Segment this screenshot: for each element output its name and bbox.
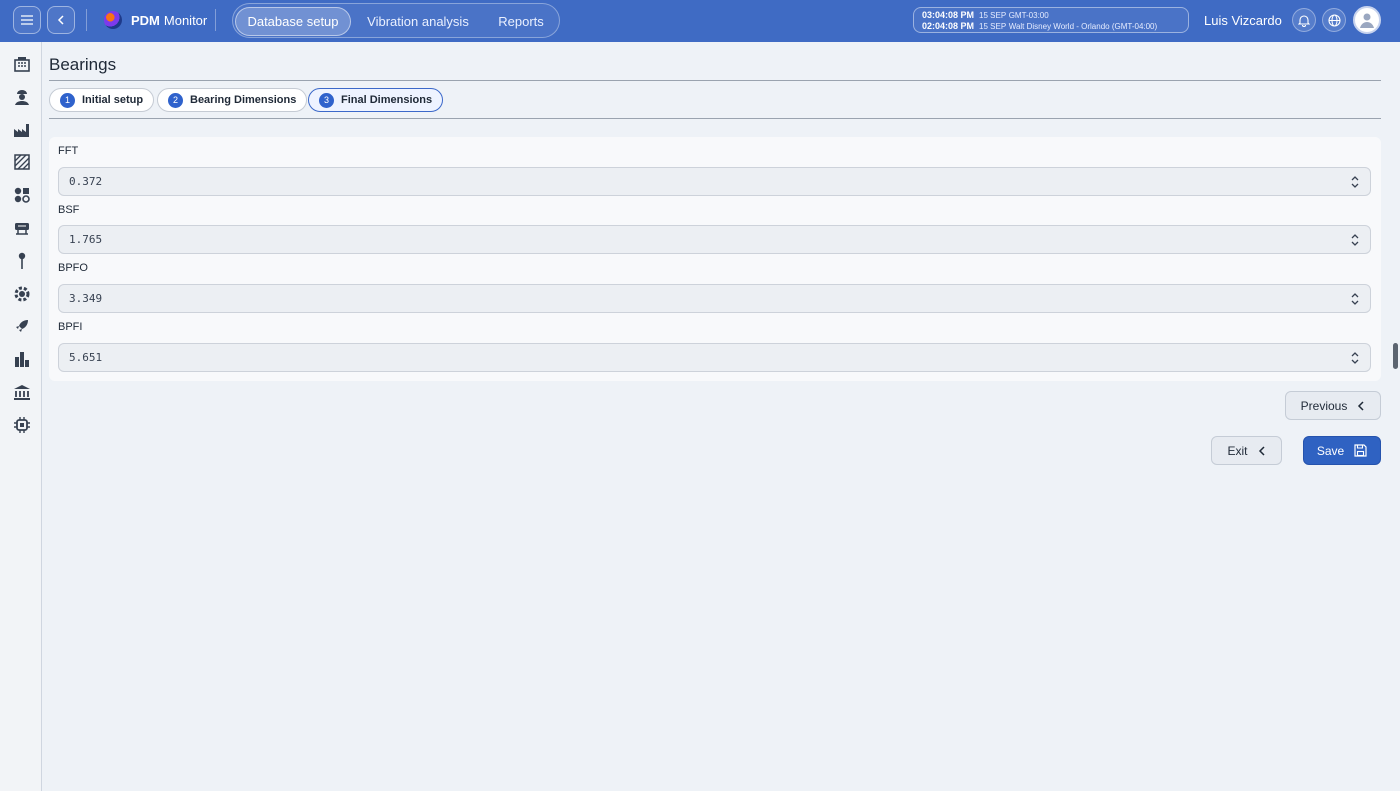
step-label: Bearing Dimensions [190, 94, 297, 106]
bank-icon[interactable] [12, 382, 32, 402]
operator-icon[interactable] [12, 87, 32, 107]
menu-button[interactable] [13, 6, 41, 34]
language-button[interactable] [1322, 8, 1346, 32]
avatar[interactable] [1353, 6, 1381, 34]
bpfi-label: BPFI [58, 321, 83, 333]
brand-name-rest: Monitor [163, 12, 208, 28]
steps-divider [49, 118, 1381, 119]
clock-zone-2: Walt Disney World - Orlando (GMT-04:00) [1008, 22, 1158, 31]
bar-chart-icon[interactable] [12, 349, 32, 369]
clock-zone-1: GMT-03:00 [1008, 11, 1049, 20]
spinner-icon[interactable] [1350, 175, 1360, 189]
bpfo-input[interactable]: 3.349 [58, 284, 1371, 313]
step-bearing-dimensions[interactable]: 2 Bearing Dimensions [157, 88, 308, 112]
spinner-icon[interactable] [1350, 233, 1360, 247]
exit-label: Exit [1227, 443, 1248, 458]
scrollbar-thumb[interactable] [1393, 343, 1398, 369]
bsf-label: BSF [58, 204, 80, 216]
gear-icon[interactable] [12, 284, 32, 304]
step-number: 1 [60, 92, 75, 108]
bpfi-value: 5.651 [69, 351, 103, 364]
form-card: FFT 0.372 BSF 1.765 BPFO 3.349 BPFI 5.65… [49, 137, 1381, 381]
fft-label: FFT [58, 145, 79, 157]
previous-button[interactable]: Previous [1285, 391, 1381, 420]
step-final-dimensions[interactable]: 3 Final Dimensions [308, 88, 444, 112]
step-label: Final Dimensions [341, 94, 433, 106]
chevron-left-icon [57, 15, 64, 25]
machine-icon[interactable] [12, 218, 32, 238]
notifications-button[interactable] [1292, 8, 1316, 32]
back-button[interactable] [47, 6, 75, 34]
chevron-left-icon [1258, 445, 1265, 456]
factory-icon[interactable] [12, 120, 32, 140]
globe-icon [1327, 13, 1341, 27]
floppy-disk-icon [1354, 444, 1367, 457]
tab-database-setup[interactable]: Database setup [235, 7, 351, 36]
building-icon[interactable] [12, 54, 32, 74]
world-clock[interactable]: 03:04:08 PM 15 SEP GMT-03:00 02:04:08 PM 1… [913, 7, 1189, 33]
clock-line-2: 02:04:08 PM 15 SEP Walt Disney World - Or… [922, 21, 1188, 32]
bpfi-input[interactable]: 5.651 [58, 343, 1371, 372]
user-name[interactable]: Luis Vizcardo [1204, 13, 1282, 28]
fft-value: 0.372 [69, 175, 103, 188]
previous-label: Previous [1300, 398, 1348, 413]
sidebar [0, 42, 42, 791]
spinner-icon[interactable] [1350, 351, 1360, 365]
rocket-icon[interactable] [12, 316, 32, 336]
brand-name-bold: PDM [131, 12, 160, 28]
bsf-value: 1.765 [69, 233, 103, 246]
hamburger-icon [21, 15, 33, 25]
exit-button[interactable]: Exit [1211, 436, 1282, 465]
title-divider [49, 80, 1381, 81]
chevron-left-icon [1358, 400, 1364, 411]
sensor-pin-icon[interactable] [12, 251, 32, 271]
bsf-input[interactable]: 1.765 [58, 225, 1371, 254]
divider [215, 9, 216, 31]
main-nav: Database setup Vibration analysis Report… [232, 3, 560, 38]
clock-time-1: 03:04:08 PM [922, 10, 975, 20]
clock-date-1: 15 SEP [979, 11, 1007, 20]
bpfo-label: BPFO [58, 262, 88, 274]
bpfo-value: 3.349 [69, 292, 103, 305]
tab-vibration-analysis[interactable]: Vibration analysis [357, 7, 479, 36]
spinner-icon[interactable] [1350, 292, 1360, 306]
step-label: Initial setup [82, 94, 144, 106]
step-number: 3 [319, 92, 334, 108]
brand[interactable]: PDM Monitor [104, 11, 207, 29]
fft-input[interactable]: 0.372 [58, 167, 1371, 196]
brand-logo-icon [104, 11, 122, 29]
clock-time-2: 02:04:08 PM [922, 21, 975, 31]
components-icon[interactable] [12, 185, 32, 205]
clock-line-1: 03:04:08 PM 15 SEP GMT-03:00 [922, 10, 1188, 21]
save-button[interactable]: Save [1303, 436, 1381, 465]
area-icon[interactable] [12, 152, 32, 172]
step-initial-setup[interactable]: 1 Initial setup [49, 88, 155, 112]
top-bar: PDM Monitor Database setup Vibration ana… [0, 0, 1400, 42]
clock-date-2: 15 SEP [979, 22, 1007, 31]
save-label: Save [1316, 443, 1345, 458]
bell-icon [1298, 14, 1310, 27]
chip-icon[interactable] [12, 415, 32, 435]
user-avatar-icon [1360, 13, 1374, 28]
page-title: Bearings [49, 55, 117, 74]
divider [86, 9, 87, 31]
tab-reports[interactable]: Reports [485, 7, 557, 36]
step-number: 2 [168, 92, 183, 108]
